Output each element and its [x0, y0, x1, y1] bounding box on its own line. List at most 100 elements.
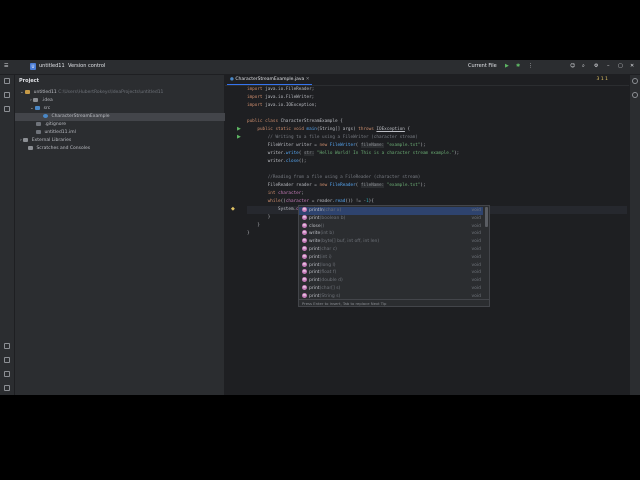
- minimize-icon[interactable]: –: [607, 63, 610, 69]
- method-icon: m: [302, 253, 307, 259]
- run-gutter-icon[interactable]: ▶: [237, 126, 241, 132]
- completion-item[interactable]: m print(boolean b) void: [299, 214, 483, 223]
- method-icon: m: [302, 207, 307, 212]
- tree-item-label: External Libraries: [31, 138, 72, 143]
- completion-item[interactable]: m write(int b) void: [299, 230, 483, 238]
- tree-item-root[interactable]: ⌄ untitled11 C:\Users\HubertRokeys\IdeaP…: [15, 89, 229, 97]
- completion-item[interactable]: m println(char x) void: [299, 207, 483, 215]
- more-actions-icon[interactable]: ⋮: [528, 63, 533, 69]
- completion-item-return: void: [471, 254, 481, 260]
- completion-item[interactable]: m print(double d) void: [299, 277, 483, 285]
- completion-item-name: print: [309, 254, 320, 260]
- code-line: //Reading from a file using a FileReader…: [267, 175, 421, 180]
- editor-tab[interactable]: ● CharacterStreamExample.java ✕: [227, 76, 313, 85]
- structure-tool-icon[interactable]: [4, 106, 10, 112]
- project-badge: U: [30, 63, 36, 70]
- popup-scrollbar[interactable]: [485, 207, 488, 227]
- main-menu-icon[interactable]: ☰: [4, 63, 8, 69]
- run-gutter-icon[interactable]: ▶: [237, 134, 241, 140]
- completion-item-params: (int b): [320, 231, 334, 237]
- tree-item-iml[interactable]: untitled11.iml: [15, 129, 245, 137]
- run-icon[interactable]: ▶: [505, 63, 509, 69]
- completion-popup[interactable]: m println(char x) void m print(boolean b) voi…: [298, 205, 490, 307]
- completion-item-params: (boolean b): [319, 215, 346, 221]
- tree-item-idea[interactable]: › .idea: [15, 97, 239, 105]
- completion-item-name: close: [309, 223, 321, 229]
- close-tab-icon[interactable]: ✕: [306, 77, 310, 82]
- completion-item-params: (byte[] buf, int off, int len): [320, 239, 380, 245]
- completion-item-return: void: [471, 239, 481, 245]
- method-icon: m: [302, 292, 307, 298]
- maximize-icon[interactable]: ▢: [618, 63, 623, 69]
- chevron-down-icon: ⌄: [20, 90, 24, 95]
- completion-item[interactable]: m print(float f) void: [299, 269, 483, 277]
- code-line: public class CharacterStreamExample {: [247, 119, 343, 124]
- method-icon: m: [302, 277, 307, 283]
- debug-icon[interactable]: ✱: [516, 63, 520, 69]
- method-icon: m: [302, 214, 307, 220]
- title-bar: ☰ U untitled11 Version control Current F…: [0, 60, 640, 75]
- code-line: import java.io.FileWriter;: [247, 95, 315, 100]
- completion-item[interactable]: m print(long l) void: [299, 261, 483, 270]
- problems-tool-icon[interactable]: [4, 371, 10, 377]
- right-tool-strip: [629, 75, 640, 395]
- close-icon[interactable]: ✕: [630, 63, 634, 69]
- completion-item-name: write: [309, 239, 321, 245]
- search-icon[interactable]: ⌕: [582, 63, 585, 69]
- code-line: }: [247, 231, 250, 236]
- method-icon: m: [302, 269, 307, 275]
- popup-footer: Press Enter to insert, Tab to replace Ne…: [299, 299, 489, 306]
- tree-item-gitignore[interactable]: .gitignore: [15, 121, 245, 129]
- people-icon[interactable]: ☺: [570, 63, 575, 69]
- completion-item-return: void: [471, 278, 481, 284]
- chevron-down-icon: ⌄: [30, 106, 34, 111]
- code-line: }: [247, 223, 260, 228]
- completion-item-name: print: [309, 270, 320, 276]
- commit-tool-icon[interactable]: [4, 92, 10, 98]
- completion-item-params: (long l): [319, 262, 336, 268]
- code-line: FileWriter writer = new FileWriter( file…: [247, 143, 426, 148]
- method-icon: m: [302, 230, 307, 236]
- completion-item-name: print: [309, 215, 320, 221]
- tree-item-external-libs[interactable]: › External Libraries: [15, 137, 229, 145]
- git-tool-icon[interactable]: [4, 385, 10, 391]
- completion-item[interactable]: m write(byte[] buf, int off, int len) void: [299, 238, 483, 246]
- code-line: import java.io.FileReader;: [247, 87, 315, 92]
- method-icon: m: [302, 222, 307, 228]
- terminal-tool-icon[interactable]: [4, 357, 10, 363]
- services-tool-icon[interactable]: [4, 343, 10, 349]
- tree-item-src[interactable]: ⌄ src: [15, 105, 239, 113]
- completion-item[interactable]: m close() void: [299, 222, 483, 231]
- completion-item[interactable]: m print(char[] s) void: [299, 285, 483, 293]
- completion-item[interactable]: m print(int i) void: [299, 253, 483, 262]
- completion-item[interactable]: m print(char c) void: [299, 246, 483, 254]
- project-switcher[interactable]: untitled11: [39, 63, 65, 69]
- vcs-widget[interactable]: Version control: [68, 63, 105, 69]
- notifications-icon[interactable]: [632, 78, 638, 84]
- tree-item-scratches[interactable]: Scratches and Consoles: [15, 145, 237, 153]
- project-panel: Project ⌄ untitled11 C:\Users\HubertRoke…: [15, 75, 252, 395]
- tree-item-class[interactable]: CharacterStreamExample: [15, 113, 252, 121]
- method-icon: m: [302, 238, 307, 244]
- chevron-right-icon: ›: [20, 138, 22, 143]
- folder-icon: [35, 105, 41, 110]
- editor-tab-label: CharacterStreamExample.java: [235, 77, 305, 82]
- folder-icon: [25, 89, 31, 94]
- completion-item-return: void: [471, 286, 481, 291]
- tree-item-label: src: [43, 106, 51, 111]
- code-line: import java.io.IOException;: [247, 103, 317, 108]
- code-line: writer.write( str: "Hello World! In This…: [247, 151, 460, 156]
- left-tool-strip: [0, 75, 15, 395]
- completion-item-return: void: [471, 208, 481, 213]
- database-icon[interactable]: [632, 92, 638, 98]
- tree-item-label: untitled11.iml: [44, 130, 76, 135]
- file-icon: [36, 129, 41, 134]
- settings-icon[interactable]: ⚙: [594, 63, 598, 69]
- bulb-icon[interactable]: ◆: [231, 206, 235, 212]
- inspection-widget[interactable]: 3 1 1: [597, 76, 608, 84]
- code-line: FileReader reader = new FileReader( file…: [247, 183, 426, 188]
- run-config-selector[interactable]: Current File: [468, 63, 497, 69]
- completion-item-params: (char[] s): [319, 286, 341, 291]
- project-tool-icon[interactable]: [4, 78, 10, 84]
- gutter: ▶ ▶ ◆: [225, 86, 247, 395]
